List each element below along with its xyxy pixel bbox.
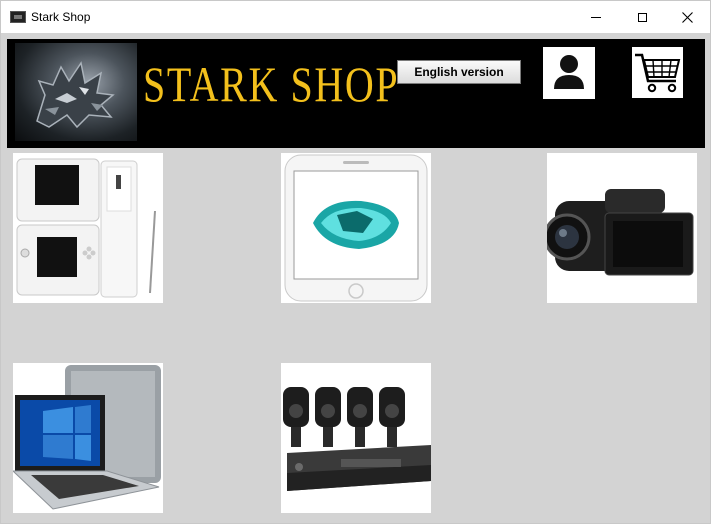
header-banner: STARK SHOP English version xyxy=(7,39,705,148)
app-icon xyxy=(10,11,26,23)
user-icon xyxy=(554,55,584,89)
product-security-camera-kit[interactable] xyxy=(281,363,431,513)
user-button[interactable] xyxy=(543,47,595,99)
maximize-button[interactable] xyxy=(619,1,665,33)
title-bar: Stark Shop xyxy=(1,1,710,33)
product-camcorder[interactable] xyxy=(547,153,697,303)
laptop-image xyxy=(13,365,161,510)
wolf-emblem-icon xyxy=(15,43,137,141)
language-button[interactable]: English version xyxy=(397,60,521,84)
close-button[interactable] xyxy=(664,1,710,33)
cart-button[interactable] xyxy=(632,47,683,98)
minimize-button[interactable] xyxy=(573,1,619,33)
brand-title: STARK SHOP xyxy=(143,56,400,112)
camcorder-image xyxy=(547,189,694,276)
product-laptop[interactable] xyxy=(13,363,163,513)
close-icon xyxy=(681,11,693,23)
minimize-icon xyxy=(591,16,601,18)
handheld-console-image xyxy=(16,158,156,298)
security-camera-kit-image xyxy=(283,387,431,491)
app-window: Stark Shop STARK SHOP English version xyxy=(0,0,711,524)
window-title: Stark Shop xyxy=(31,10,91,24)
product-smartphone[interactable] xyxy=(281,153,431,303)
maximize-icon xyxy=(637,12,647,22)
shopping-cart-icon xyxy=(635,53,681,93)
smartphone-image xyxy=(284,154,428,302)
product-handheld-console[interactable] xyxy=(13,153,163,303)
